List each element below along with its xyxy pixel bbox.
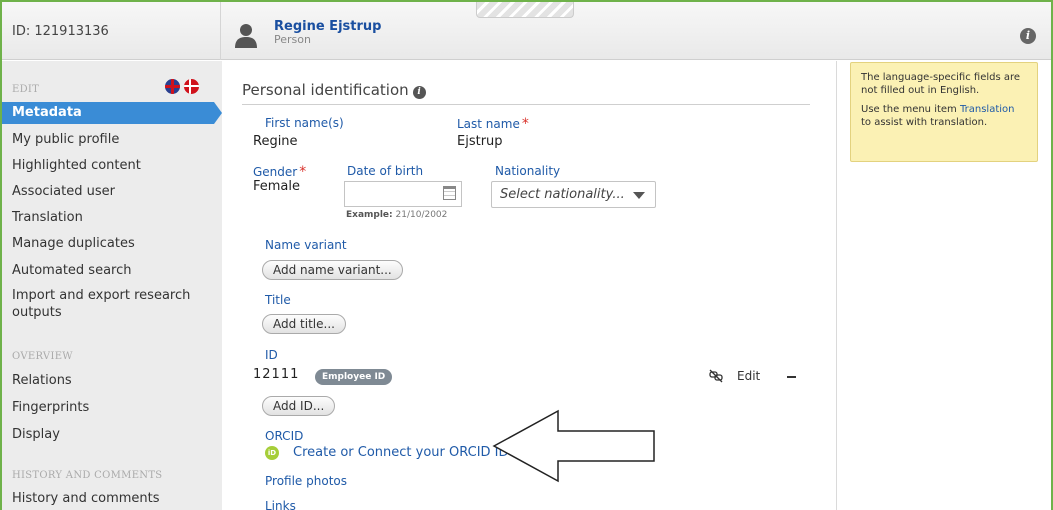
notice-suffix: to assist with translation.	[861, 117, 988, 128]
links-label: Links	[265, 499, 296, 510]
person-name[interactable]: Regine Ejstrup	[274, 19, 381, 34]
header-divider	[220, 2, 221, 60]
required-asterisk-icon: *	[299, 164, 307, 180]
calendar-icon[interactable]	[443, 186, 456, 200]
gender-label: Gender *	[253, 164, 306, 180]
sidebar-item-import-export[interactable]: Import and export research outputs	[2, 285, 214, 321]
add-id-button[interactable]: Add ID...	[262, 396, 336, 416]
annotation-arrow-icon	[492, 409, 655, 483]
person-type: Person	[274, 33, 311, 46]
date-of-birth-input[interactable]	[344, 181, 462, 207]
content-right-border	[836, 61, 837, 510]
add-title-button[interactable]: Add title...	[262, 314, 346, 334]
info-icon[interactable]: i	[1020, 28, 1036, 44]
sidebar-item-fingerprints[interactable]: Fingerprints	[2, 397, 214, 419]
uk-flag-icon[interactable]	[165, 79, 180, 94]
sidebar-item-metadata[interactable]: Metadata	[2, 102, 222, 124]
drag-handle[interactable]	[476, 2, 574, 18]
sidebar-item-manage-duplicates[interactable]: Manage duplicates	[2, 233, 214, 255]
title-label: Title	[265, 293, 291, 307]
info-icon[interactable]: i	[412, 86, 426, 99]
person-icon	[235, 24, 257, 48]
denmark-flag-icon[interactable]	[184, 79, 199, 94]
language-flags	[165, 79, 199, 94]
sidebar-item-translation[interactable]: Translation	[2, 207, 214, 229]
required-asterisk-icon: *	[521, 116, 529, 132]
unlink-icon[interactable]	[709, 369, 723, 383]
profile-photos-label: Profile photos	[265, 474, 347, 488]
id-value: 12111	[253, 367, 300, 382]
name-variant-label: Name variant	[265, 238, 347, 252]
sidebar-item-history-comments[interactable]: History and comments	[2, 488, 214, 510]
orcid-icon: iD	[265, 446, 279, 460]
section-title: Personal identification i	[242, 81, 426, 99]
gender-label-text: Gender	[253, 165, 298, 179]
sidebar-item-highlighted-content[interactable]: Highlighted content	[2, 155, 214, 177]
first-name-value[interactable]: Regine	[253, 134, 298, 149]
header-bar: ID: 121913136 Regine Ejstrup Person i	[2, 2, 1051, 60]
nationality-label: Nationality	[495, 164, 561, 178]
last-name-label: Last name *	[457, 116, 529, 132]
orcid-connect-link[interactable]: Create or Connect your ORCID ID	[293, 445, 509, 460]
last-name-label-text: Last name	[457, 117, 520, 131]
gender-value[interactable]: Female	[253, 179, 300, 194]
notice-line-1: The language-specific fields are not fil…	[861, 72, 1021, 96]
translation-link[interactable]: Translation	[960, 104, 1015, 115]
dob-example-label: Example:	[346, 210, 393, 220]
section-title-text: Personal identification	[242, 81, 409, 99]
nationality-placeholder: Select nationality...	[500, 187, 625, 202]
remove-id-button[interactable]	[787, 376, 796, 378]
sidebar-section-edit: EDIT	[12, 84, 40, 95]
nationality-select[interactable]: Select nationality...	[491, 181, 656, 208]
edit-id-link[interactable]: Edit	[737, 369, 760, 383]
dob-label: Date of birth	[347, 164, 424, 178]
dob-example-value: 21/10/2002	[395, 210, 448, 220]
record-id: ID: 121913136	[12, 24, 109, 39]
chevron-down-icon	[633, 192, 645, 199]
sidebar-item-display[interactable]: Display	[2, 424, 214, 446]
app-frame: ID: 121913136 Regine Ejstrup Person i ED…	[0, 0, 1053, 510]
notice-line-2: Use the menu item Translation to assist …	[861, 103, 1027, 129]
section-divider	[242, 104, 810, 105]
employee-id-badge: Employee ID	[315, 369, 393, 385]
add-name-variant-button[interactable]: Add name variant...	[262, 260, 403, 280]
orcid-label: ORCID	[265, 429, 304, 443]
translation-notice: The language-specific fields are not fil…	[850, 62, 1038, 162]
sidebar-item-automated-search[interactable]: Automated search	[2, 260, 214, 282]
sidebar-item-associated-user[interactable]: Associated user	[2, 181, 214, 203]
notice-prefix: Use the menu item	[861, 104, 960, 115]
last-name-value[interactable]: Ejstrup	[457, 134, 503, 149]
sidebar-item-relations[interactable]: Relations	[2, 370, 214, 392]
sidebar-section-history: HISTORY AND COMMENTS	[12, 470, 163, 481]
first-name-label: First name(s)	[265, 116, 344, 130]
sidebar-item-my-public-profile[interactable]: My public profile	[2, 129, 214, 151]
sidebar-section-overview: OVERVIEW	[12, 351, 73, 362]
id-label: ID	[265, 348, 278, 362]
dob-example: Example: 21/10/2002	[346, 210, 447, 220]
